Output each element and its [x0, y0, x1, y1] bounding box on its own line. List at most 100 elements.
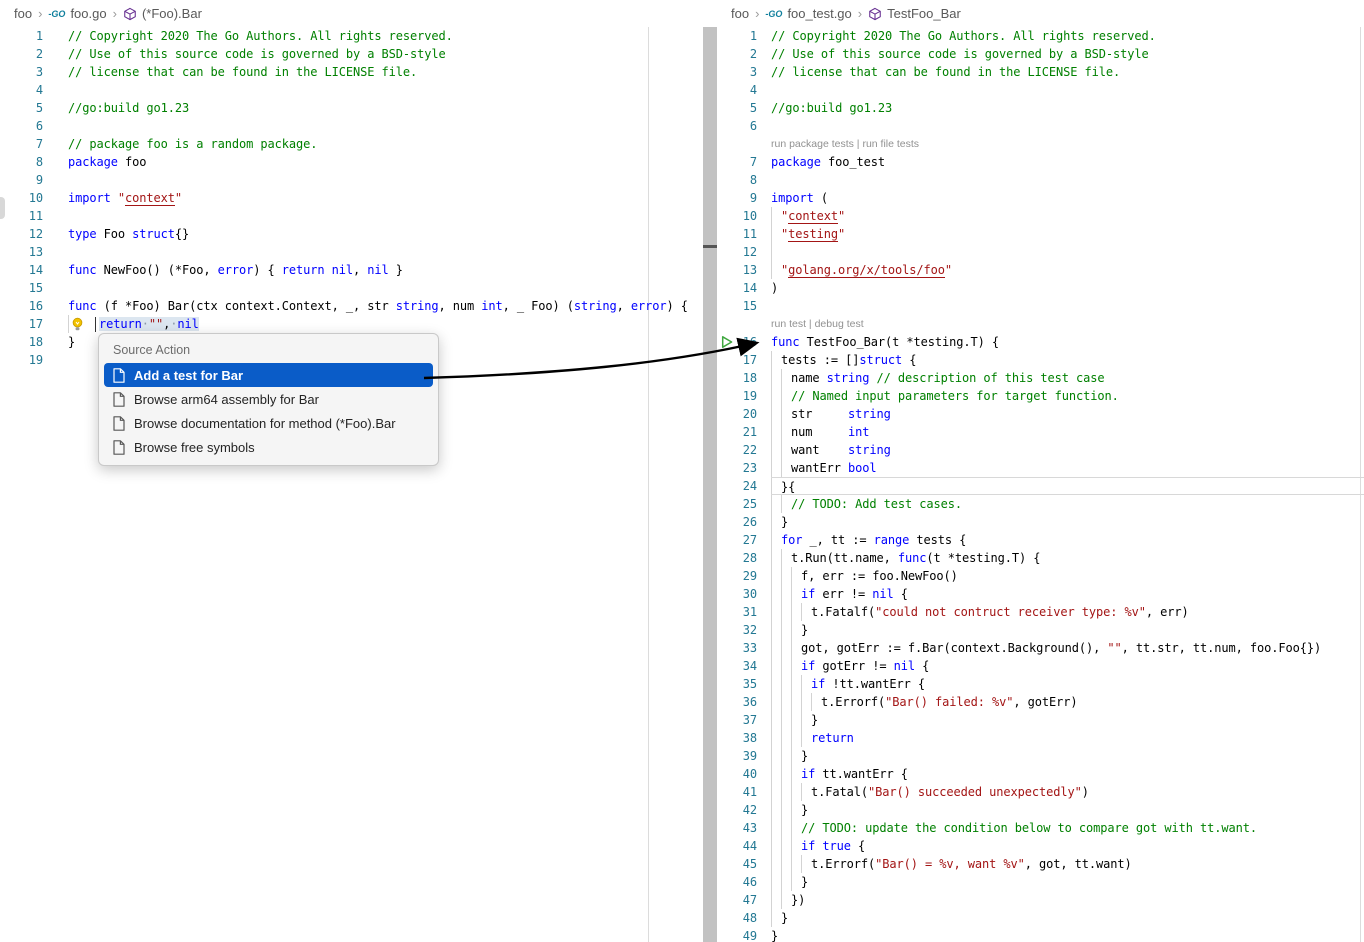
code-text[interactable]: num int	[771, 423, 1364, 441]
code-text[interactable]	[68, 117, 703, 135]
code-text[interactable]: "context"	[771, 207, 1364, 225]
code-text[interactable]: }	[771, 927, 1364, 942]
code-line: 28t.Run(tt.name, func(t *testing.T) {	[717, 549, 1364, 567]
code-text[interactable]: // Use of this source code is governed b…	[68, 45, 703, 63]
code-text[interactable]	[771, 171, 1364, 189]
code-area-foo-go[interactable]: 1// Copyright 2020 The Go Authors. All r…	[0, 27, 703, 369]
code-text[interactable]: // Named input parameters for target fun…	[771, 387, 1364, 405]
breadcrumb-file[interactable]: foo.go	[70, 6, 106, 21]
code-text[interactable]: want string	[771, 441, 1364, 459]
code-text[interactable]	[771, 117, 1364, 135]
code-text[interactable]: if tt.wantErr {	[771, 765, 1364, 783]
editor-scrollbar[interactable]	[703, 27, 717, 942]
code-text[interactable]: t.Fatal("Bar() succeeded unexpectedly")	[771, 783, 1364, 801]
menu-item-browse-docs[interactable]: Browse documentation for method (*Foo).B…	[104, 411, 433, 435]
code-lens-links[interactable]: run test | debug test	[771, 315, 864, 333]
current-line-text[interactable]: }{	[771, 477, 1364, 495]
editor-pane-foo-go: foo › GO foo.go › (*Foo).Bar 1// Copyrig…	[0, 0, 703, 942]
code-text[interactable]: str string	[771, 405, 1364, 423]
code-text[interactable]	[771, 81, 1364, 99]
code-text[interactable]: if !tt.wantErr {	[771, 675, 1364, 693]
editor-pane-foo-test-go: foo › GO foo_test.go › TestFoo_Bar 1// C…	[717, 0, 1364, 942]
code-text[interactable]: // license that can be found in the LICE…	[68, 63, 703, 81]
code-text[interactable]: // Copyright 2020 The Go Authors. All ri…	[771, 27, 1364, 45]
code-text[interactable]: // Use of this source code is governed b…	[771, 45, 1364, 63]
line-number: 6	[717, 117, 757, 135]
code-text[interactable]: t.Run(tt.name, func(t *testing.T) {	[771, 549, 1364, 567]
code-text[interactable]: // package foo is a random package.	[68, 135, 703, 153]
code-text[interactable]	[771, 243, 1364, 261]
code-line: 23wantErr bool	[717, 459, 1364, 477]
code-text[interactable]: package foo	[68, 153, 703, 171]
line-number: 46	[717, 873, 757, 891]
code-line: 8	[717, 171, 1364, 189]
code-lens-links[interactable]: run package tests | run file tests	[771, 135, 919, 153]
code-text[interactable]: }	[771, 909, 1364, 927]
code-text[interactable]	[68, 207, 703, 225]
code-text[interactable]	[68, 243, 703, 261]
code-text[interactable]: f, err := foo.NewFoo()	[771, 567, 1364, 585]
code-text[interactable]: type Foo struct{}	[68, 225, 703, 243]
line-number: 19	[717, 387, 757, 405]
code-text[interactable]: name string // description of this test …	[771, 369, 1364, 387]
code-text[interactable]: got, gotErr := f.Bar(context.Background(…	[771, 639, 1364, 657]
code-text[interactable]: // TODO: Add test cases.	[771, 495, 1364, 513]
code-text[interactable]: func NewFoo() (*Foo, error) { return nil…	[68, 261, 703, 279]
code-text[interactable]	[68, 81, 703, 99]
code-text[interactable]: )	[771, 279, 1364, 297]
code-line: 35if !tt.wantErr {	[717, 675, 1364, 693]
code-text[interactable]: func TestFoo_Bar(t *testing.T) {	[771, 333, 1364, 351]
code-text[interactable]: // Copyright 2020 The Go Authors. All ri…	[68, 27, 703, 45]
line-number: 13	[717, 261, 757, 279]
menu-item-browse-symbols[interactable]: Browse free symbols	[104, 435, 433, 459]
code-text[interactable]: //go:build go1.23	[68, 99, 703, 117]
line-number: 5	[717, 99, 757, 117]
code-text[interactable]: }	[771, 513, 1364, 531]
code-text[interactable]: func (f *Foo) Bar(ctx context.Context, _…	[68, 297, 703, 315]
code-text[interactable]: // TODO: update the condition below to c…	[771, 819, 1364, 837]
code-text[interactable]: }	[771, 711, 1364, 729]
code-text[interactable]	[68, 279, 703, 297]
code-text[interactable]: import (	[771, 189, 1364, 207]
code-text[interactable]: if gotErr != nil {	[771, 657, 1364, 675]
code-text[interactable]: t.Errorf("Bar() failed: %v", gotErr)	[771, 693, 1364, 711]
code-text[interactable]: return	[771, 729, 1364, 747]
code-text[interactable]: })	[771, 891, 1364, 909]
code-text[interactable]: //go:build go1.23	[771, 99, 1364, 117]
code-text[interactable]: }	[771, 873, 1364, 891]
code-text[interactable]	[771, 297, 1364, 315]
breadcrumb-folder[interactable]: foo	[14, 6, 32, 21]
code-text[interactable]: }	[771, 801, 1364, 819]
breadcrumb-folder[interactable]: foo	[731, 6, 749, 21]
code-text[interactable]: tests := []struct {	[771, 351, 1364, 369]
code-text[interactable]: }	[771, 621, 1364, 639]
breadcrumb-symbol[interactable]: (*Foo).Bar	[142, 6, 202, 21]
code-text[interactable]: t.Fatalf("could not contruct receiver ty…	[771, 603, 1364, 621]
menu-item-add-test[interactable]: Add a test for Bar	[104, 363, 433, 387]
code-text[interactable]: if err != nil {	[771, 585, 1364, 603]
code-line: 21num int	[717, 423, 1364, 441]
code-line: 3// license that can be found in the LIC…	[0, 63, 703, 81]
code-text[interactable]: "testing"	[771, 225, 1364, 243]
line-number: 20	[717, 405, 757, 423]
code-text[interactable]: if true {	[771, 837, 1364, 855]
code-text[interactable]: package foo_test	[771, 153, 1364, 171]
breadcrumb-symbol[interactable]: TestFoo_Bar	[887, 6, 961, 21]
code-text[interactable]: for _, tt := range tests {	[771, 531, 1364, 549]
code-text[interactable]	[68, 171, 703, 189]
code-area-foo-test-go[interactable]: 1// Copyright 2020 The Go Authors. All r…	[717, 27, 1364, 942]
code-line: 29f, err := foo.NewFoo()	[717, 567, 1364, 585]
breadcrumb-file[interactable]: foo_test.go	[787, 6, 851, 21]
code-text[interactable]: "golang.org/x/tools/foo"	[771, 261, 1364, 279]
code-text[interactable]: return·"",·nil	[68, 315, 703, 333]
code-line: 49}	[717, 927, 1364, 942]
code-line: 20 str string	[717, 405, 1364, 423]
code-text[interactable]: t.Errorf("Bar() = %v, want %v", got, tt.…	[771, 855, 1364, 873]
code-text[interactable]: wantErr bool	[771, 459, 1364, 477]
lightbulb-icon[interactable]	[71, 317, 84, 337]
code-text[interactable]: // license that can be found in the LICE…	[771, 63, 1364, 81]
line-number: 15	[0, 279, 43, 297]
code-text[interactable]: }	[771, 747, 1364, 765]
menu-item-browse-assembly[interactable]: Browse arm64 assembly for Bar	[104, 387, 433, 411]
code-text[interactable]: import "context"	[68, 189, 703, 207]
